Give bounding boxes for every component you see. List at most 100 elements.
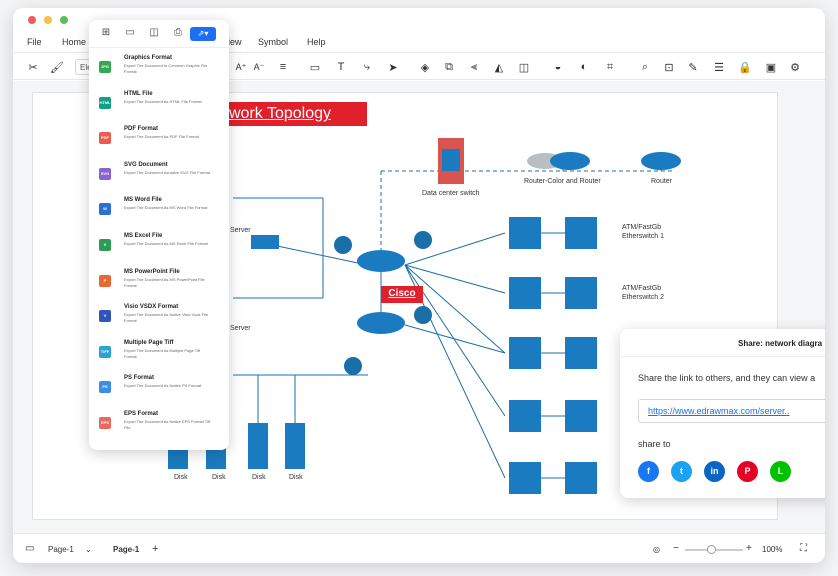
export-item-title: PS Format — [124, 375, 155, 382]
export-item-description: Export The Document As Multiple Page Tif… — [124, 347, 201, 359]
file-format-icon: PS — [99, 381, 111, 394]
cut-icon[interactable]: ✂ — [25, 59, 41, 75]
connector-icon[interactable]: ⤷ — [359, 59, 375, 75]
zoom-in-button[interactable]: + — [746, 543, 752, 554]
export-menu-item[interactable]: P MS PowerPoint File Export The Document A… — [89, 269, 229, 303]
export-menu-item[interactable]: EPS EPS Format Export The Document As Nati… — [89, 411, 229, 445]
menu-view[interactable]: iew — [228, 37, 242, 47]
export-item-title: Graphics Format — [124, 55, 173, 61]
export-icon[interactable]: ⇗▾ — [190, 27, 216, 41]
font-grow-icon[interactable]: A⁺ — [233, 59, 249, 75]
export-menu-header: ⊞ ▭ ◫ ⎙ ⇗▾ — [89, 20, 229, 48]
label-router: Router — [651, 178, 673, 185]
label-atm1-line1: ATM/FastGb — [622, 224, 662, 231]
file-format-icon: HTML — [99, 96, 111, 109]
shape-style-icon[interactable]: ◐ — [576, 59, 592, 75]
page-view-icon[interactable]: ▭ — [25, 543, 34, 554]
label-data-center-switch: Data center switch — [422, 190, 480, 197]
find-replace-icon[interactable]: ⊡ — [661, 59, 677, 75]
export-item-description: Export The Document As MS PowerPoint Fil… — [124, 276, 205, 288]
export-menu-item[interactable]: TIFF Multiple Page Tiff Export The Documen… — [89, 340, 229, 374]
fit-page-icon[interactable]: ◎ — [653, 545, 660, 554]
twitter-icon[interactable]: t — [671, 461, 692, 482]
layers-icon[interactable]: ◈ — [417, 59, 433, 75]
font-shrink-icon[interactable]: A⁻ — [251, 59, 267, 75]
search-icon[interactable]: ⌕ — [637, 59, 653, 75]
share-description: Share the link to others, and they can v… — [638, 373, 816, 383]
image-icon[interactable]: ▣ — [763, 59, 779, 75]
label-server-bottom: Server — [230, 325, 251, 332]
menu-help[interactable]: Help — [307, 37, 326, 47]
text-icon[interactable]: T — [333, 59, 349, 75]
label-disk: Disk — [289, 474, 303, 481]
export-item-description: Export The Document As HTML File Format — [124, 98, 202, 104]
export-menu-item[interactable]: PS PS Format Export The Document As Native… — [89, 375, 229, 409]
label-atm2-line2: Etherswitch 2 — [622, 294, 665, 301]
export-item-description: Export The Document As PDF File Format — [124, 134, 199, 140]
format-painter-icon[interactable]: 🖌 — [49, 59, 65, 75]
distribute-icon[interactable]: ◭ — [491, 59, 507, 75]
export-item-description: Export The Document As Native EPS Format… — [124, 419, 211, 430]
link-icon — [334, 236, 352, 254]
file-format-icon: EPS — [99, 417, 111, 429]
export-menu-item[interactable]: X MS Excel File Export The Document As MS … — [89, 233, 229, 267]
add-page-button[interactable]: + — [152, 543, 158, 555]
rectangle-icon[interactable]: ▭ — [307, 59, 323, 75]
menu-home[interactable]: Home — [62, 37, 86, 47]
new-icon[interactable]: ⊞ — [99, 27, 113, 41]
export-menu-item[interactable]: HTML HTML File Export The Document As HTML… — [89, 91, 229, 125]
tab-page-1[interactable]: Page-1 — [113, 545, 139, 554]
fill-color-icon[interactable]: ◒ — [550, 59, 566, 75]
export-item-description: Export The Document As Native Visio Vsdx… — [124, 312, 209, 324]
align-icon[interactable]: ≡ — [275, 59, 291, 75]
label-router-color: Router-Color and Router — [524, 178, 601, 185]
cisco-label: Cisco — [381, 286, 423, 303]
export-item-title: EPS Format — [124, 411, 159, 417]
export-menu-item[interactable]: W MS Word File Export The Document As MS W… — [89, 197, 229, 231]
data-center-switch — [438, 138, 464, 184]
size-icon[interactable]: ◫ — [516, 59, 532, 75]
lock-icon[interactable]: 🔒 — [737, 59, 753, 75]
menu-file[interactable]: File — [27, 37, 42, 47]
export-item-description: Export The Document to Common Graphic Fi… — [124, 63, 208, 74]
print-icon[interactable]: ⎙ — [171, 27, 185, 41]
crop-icon[interactable]: ⌗ — [602, 59, 618, 75]
pointer-icon[interactable]: ➤ — [385, 59, 401, 75]
export-item-title: Multiple Page Tiff — [124, 339, 174, 346]
linkedin-icon[interactable]: in — [704, 461, 725, 482]
close-window-button[interactable] — [28, 16, 36, 24]
line-color-icon[interactable]: ✎ — [685, 59, 701, 75]
export-menu-item[interactable]: JPG Graphics Format Export The Document to… — [89, 55, 229, 89]
align-left-icon[interactable]: ⫷ — [466, 59, 482, 75]
core-router-bottom — [357, 312, 405, 334]
zoom-level[interactable]: 100% — [762, 545, 782, 554]
maximize-window-button[interactable] — [60, 16, 68, 24]
zoom-out-button[interactable]: − — [673, 543, 679, 554]
share-link[interactable]: https://www.edrawmax.com/server.. — [638, 399, 825, 423]
export-menu-item[interactable]: SVG SVG Document Export The Document Asnat… — [89, 162, 229, 196]
export-item-description: Export The Document As MS Excel File For… — [124, 241, 208, 246]
export-item-description: Export The Document Asnative SVG File Fo… — [124, 169, 210, 175]
save-icon[interactable]: ◫ — [147, 27, 161, 41]
export-menu-item[interactable]: V Visio VSDX Format Export The Document As… — [89, 304, 229, 338]
chevron-down-icon[interactable]: ⌄ — [85, 545, 92, 554]
pinterest-icon[interactable]: P — [737, 461, 758, 482]
fullscreen-icon[interactable]: ⛶ — [800, 543, 807, 554]
minimize-window-button[interactable] — [44, 16, 52, 24]
core-router-top — [357, 250, 405, 272]
group-icon[interactable]: ⧉ — [441, 59, 457, 75]
export-menu-item[interactable]: PDF PDF Format Export The Document As PDF … — [89, 126, 229, 160]
page-selector[interactable]: Page-1 — [48, 545, 74, 554]
share-dialog-title: Share: network diagra — [620, 329, 825, 357]
line-icon[interactable]: L — [770, 461, 791, 482]
facebook-icon[interactable]: f — [638, 461, 659, 482]
open-folder-icon[interactable]: ▭ — [123, 27, 137, 41]
more-tools-icon[interactable]: ⚙ — [787, 59, 803, 75]
export-item-description: Export The Document As Native PS Format — [124, 383, 202, 389]
menu-symbol[interactable]: Symbol — [258, 37, 288, 47]
share-to-label: share to — [638, 439, 671, 449]
zoom-slider-handle[interactable] — [707, 545, 716, 554]
line-style-icon[interactable]: ☰ — [711, 59, 727, 75]
file-format-icon: PDF — [99, 132, 111, 145]
export-item-title: MS PowerPoint File — [124, 268, 180, 275]
